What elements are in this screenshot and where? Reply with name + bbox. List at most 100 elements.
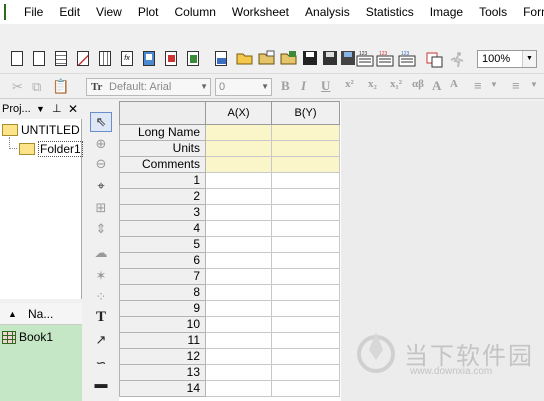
pointer-tool[interactable]: ⇖ xyxy=(90,112,112,132)
table-cell[interactable] xyxy=(272,237,340,253)
font-size-select[interactable]: 0 ▼ xyxy=(215,78,272,96)
menu-worksheet[interactable]: Worksheet xyxy=(224,0,297,24)
table-cell[interactable] xyxy=(272,189,340,205)
duplicate-button[interactable] xyxy=(426,50,444,68)
new-matrix-button[interactable] xyxy=(96,50,114,68)
subscript-button[interactable]: x₂ xyxy=(368,78,377,90)
row-header[interactable]: 5 xyxy=(119,237,206,253)
paste-icon[interactable]: 📋 xyxy=(52,78,69,95)
cell-units-b[interactable] xyxy=(272,141,340,157)
cell-comments-b[interactable] xyxy=(272,157,340,173)
tree-root[interactable]: UNTITLED xyxy=(2,123,80,137)
line-style-icon[interactable]: ≡ xyxy=(512,78,520,93)
table-cell[interactable] xyxy=(206,365,272,381)
row-header[interactable]: 14 xyxy=(119,381,206,397)
import-wizard-button[interactable]: 123 xyxy=(398,50,416,68)
row-header[interactable]: 2 xyxy=(119,189,206,205)
table-cell[interactable] xyxy=(206,189,272,205)
table-cell[interactable] xyxy=(206,301,272,317)
table-cell[interactable] xyxy=(272,285,340,301)
table-cell[interactable] xyxy=(272,253,340,269)
close-icon[interactable]: ✕ xyxy=(68,100,78,118)
table-cell[interactable] xyxy=(272,173,340,189)
new-excel-button[interactable] xyxy=(184,50,202,68)
open-button[interactable] xyxy=(236,50,254,68)
table-cell[interactable] xyxy=(206,269,272,285)
list-item-book[interactable]: Book1 xyxy=(2,330,53,344)
greek-button[interactable]: αβ xyxy=(412,78,424,90)
mask-tool[interactable]: ✶ xyxy=(90,268,112,284)
row-header[interactable]: 7 xyxy=(119,269,206,285)
new-graph-button[interactable] xyxy=(74,50,92,68)
save-project-button[interactable] xyxy=(302,50,320,68)
menu-tools[interactable]: Tools xyxy=(471,0,515,24)
row-header[interactable]: 1 xyxy=(119,173,206,189)
align-left-icon[interactable]: ≡ xyxy=(474,78,482,93)
new-layout-button[interactable] xyxy=(140,50,158,68)
rectangle-tool[interactable]: ▬ xyxy=(90,376,112,392)
row-header[interactable]: 3 xyxy=(119,205,206,221)
import-single-button[interactable]: 123 xyxy=(356,50,374,68)
table-cell[interactable] xyxy=(272,301,340,317)
table-cell[interactable] xyxy=(206,253,272,269)
chevron-down-icon[interactable]: ▼ xyxy=(522,51,536,67)
new-folder-button[interactable] xyxy=(30,50,48,68)
data-reader-tool[interactable]: ⊞ xyxy=(90,200,112,216)
table-cell[interactable] xyxy=(206,237,272,253)
new-layout-page-button[interactable] xyxy=(212,50,230,68)
row-header[interactable]: 4 xyxy=(119,221,206,237)
import-multiple-button[interactable]: 123 xyxy=(376,50,394,68)
underline-button[interactable]: U xyxy=(321,78,330,94)
row-header-units[interactable]: Units xyxy=(119,141,206,157)
open-excel-button[interactable] xyxy=(280,50,298,68)
table-cell[interactable] xyxy=(206,221,272,237)
menu-file[interactable]: File xyxy=(16,0,51,24)
table-cell[interactable] xyxy=(206,333,272,349)
new-notes-button[interactable] xyxy=(162,50,180,68)
new-function-button[interactable]: fx xyxy=(118,50,136,68)
row-header[interactable]: 11 xyxy=(119,333,206,349)
save-window-button[interactable] xyxy=(322,50,340,68)
table-cell[interactable] xyxy=(206,317,272,333)
font-select[interactable]: Tr Default: Arial ▼ xyxy=(86,78,211,96)
supersubscript-button[interactable]: x₁² xyxy=(390,78,402,90)
decrease-font-button[interactable]: A xyxy=(450,78,458,90)
increase-font-button[interactable]: A xyxy=(432,78,441,94)
data-selector-tool[interactable]: ⇕ xyxy=(90,221,112,237)
table-cell[interactable] xyxy=(272,269,340,285)
table-cell[interactable] xyxy=(272,221,340,237)
zoom-in-tool[interactable]: ⊕ xyxy=(90,136,112,152)
superscript-button[interactable]: x² xyxy=(345,78,354,90)
new-workbook-button[interactable] xyxy=(52,50,70,68)
menu-statistics[interactable]: Statistics xyxy=(358,0,422,24)
table-cell[interactable] xyxy=(272,333,340,349)
copy-icon[interactable]: ⧉ xyxy=(32,79,41,95)
row-header[interactable]: 9 xyxy=(119,301,206,317)
tree-folder[interactable]: Folder1 xyxy=(19,141,83,157)
arrow-tool[interactable]: ↗ xyxy=(90,332,112,348)
pin-icon[interactable]: ⊥ xyxy=(52,100,62,118)
cell-long-name-a[interactable] xyxy=(206,125,272,141)
menu-analysis[interactable]: Analysis xyxy=(297,0,358,24)
column-header-b[interactable]: B(Y) xyxy=(272,101,340,125)
row-header[interactable]: 8 xyxy=(119,285,206,301)
zoom-select[interactable]: 100% ▼ xyxy=(477,50,537,68)
chevron-down-icon[interactable]: ▼ xyxy=(200,79,208,95)
cut-icon[interactable]: ✂ xyxy=(12,79,23,95)
menu-edit[interactable]: Edit xyxy=(51,0,88,24)
row-header[interactable]: 13 xyxy=(119,365,206,381)
cell-long-name-b[interactable] xyxy=(272,125,340,141)
table-cell[interactable] xyxy=(272,205,340,221)
name-column-header[interactable]: ▲ Na... xyxy=(0,303,82,325)
table-cell[interactable] xyxy=(272,349,340,365)
row-header[interactable]: 12 xyxy=(119,349,206,365)
row-header-long-name[interactable]: Long Name xyxy=(119,125,206,141)
row-header[interactable]: 10 xyxy=(119,317,206,333)
draw-data-tool[interactable]: ☁ xyxy=(90,245,112,261)
recalculate-button[interactable] xyxy=(448,50,466,68)
table-cell[interactable] xyxy=(206,349,272,365)
table-cell[interactable] xyxy=(206,205,272,221)
chevron-down-icon[interactable]: ▼ xyxy=(530,80,538,89)
bold-button[interactable]: B xyxy=(281,78,290,94)
new-project-button[interactable] xyxy=(8,50,26,68)
